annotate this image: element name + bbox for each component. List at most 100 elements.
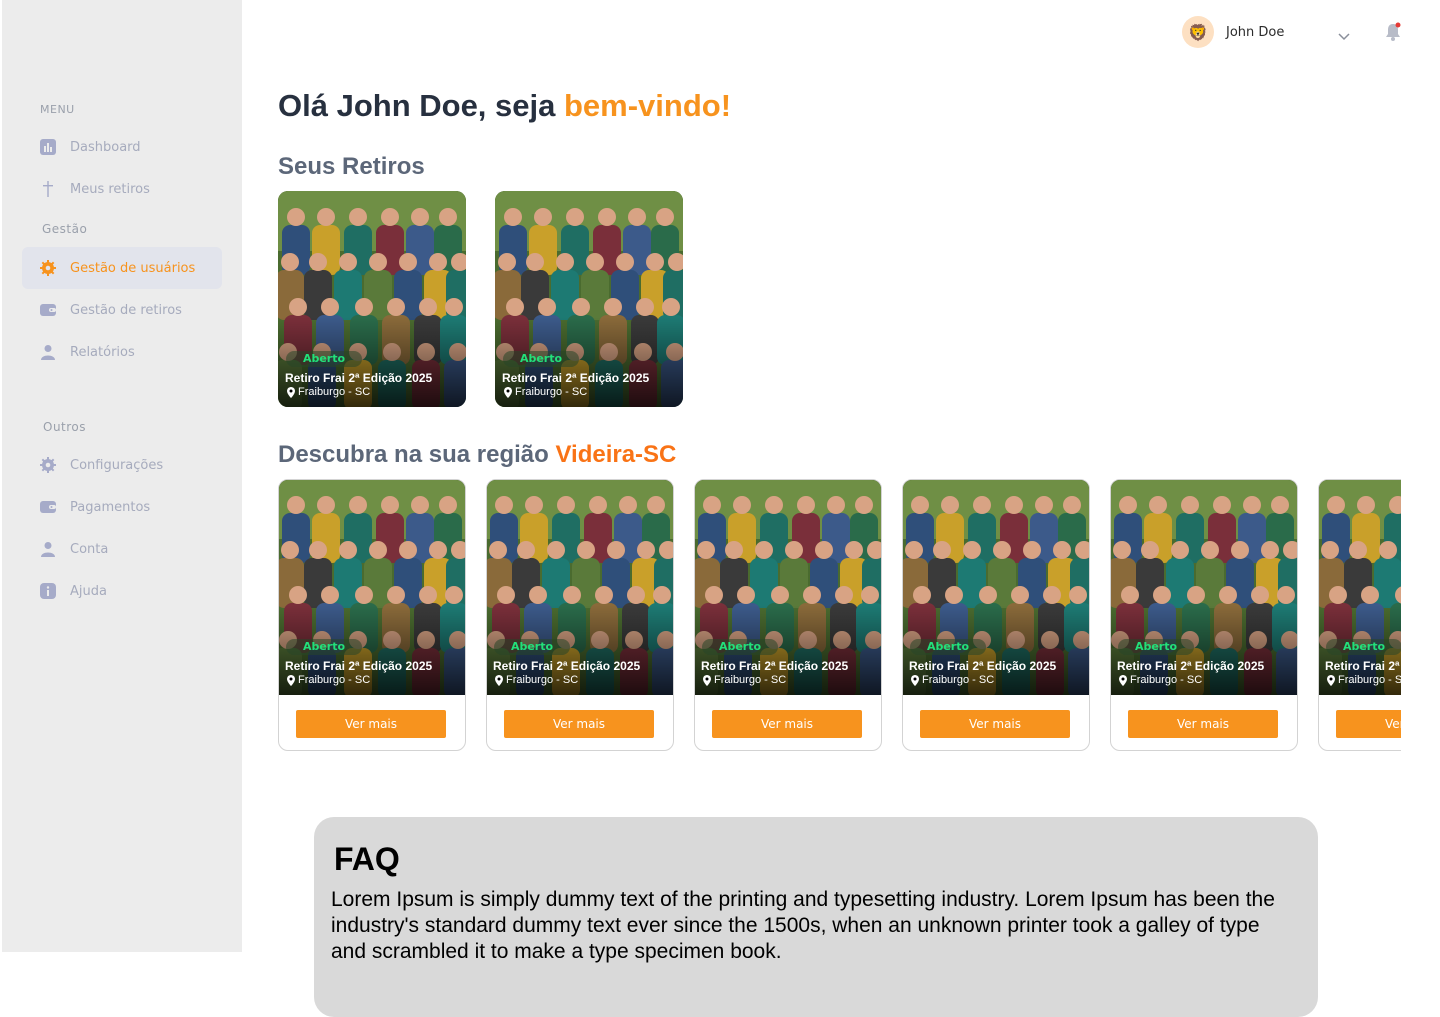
- ver-mais-button[interactable]: Ver mais: [1336, 710, 1401, 738]
- status-badge: Aberto: [494, 639, 570, 655]
- welcome-accent: bem-vindo!: [563, 88, 732, 123]
- discover-region: Videira-SC: [555, 441, 677, 468]
- retreat-location: Fraiburgo - SC: [911, 674, 994, 686]
- status-badge: Aberto: [702, 639, 778, 655]
- user-icon: [40, 344, 56, 360]
- discover-card[interactable]: Aberto Retiro Frai 2ª Edição 2025Fraiburg…: [486, 479, 674, 751]
- sidebar-item-gestao-usuarios[interactable]: Gestão de usuários: [22, 247, 222, 289]
- discover-card[interactable]: Aberto Retiro Frai 2ª Edição 2025Fraiburg…: [1110, 479, 1298, 751]
- retreat-location: Fraiburgo - SC: [287, 386, 370, 398]
- retreat-image[interactable]: Aberto Retiro Frai 2ª Edição 2025Fraiburg…: [903, 480, 1089, 695]
- sidebar: MENU Dashboard Meus retiros Gestão Gestã…: [2, 0, 242, 952]
- avatar[interactable]: 🦁: [1182, 16, 1214, 48]
- sidebar-item-label: Relatórios: [70, 344, 135, 360]
- user-icon: [40, 541, 56, 557]
- gear-icon: [40, 260, 56, 276]
- menu-heading: MENU: [40, 103, 75, 116]
- ver-mais-button[interactable]: Ver mais: [1128, 710, 1278, 738]
- status-badge: Aberto: [286, 351, 362, 367]
- my-retreats-title: Seus Retiros: [278, 153, 425, 180]
- retreat-title: Retiro Frai 2ª Edição 2025: [909, 659, 1057, 673]
- ver-mais-button[interactable]: Ver mais: [296, 710, 446, 738]
- sidebar-item-label: Ajuda: [70, 583, 107, 599]
- sidebar-item-label: Dashboard: [70, 139, 141, 155]
- ver-mais-button[interactable]: Ver mais: [504, 710, 654, 738]
- sidebar-item-pagamentos[interactable]: Pagamentos: [22, 486, 222, 528]
- discover-card[interactable]: Aberto Retiro Frai 2ª Edição 2025Fraiburg…: [278, 479, 466, 751]
- location-pin-icon: [287, 386, 295, 398]
- retreat-image[interactable]: Aberto Retiro Frai 2ª Edição 2025Fraiburg…: [1319, 480, 1401, 695]
- wallet-icon: [40, 499, 56, 515]
- sidebar-item-conta[interactable]: Conta: [22, 528, 222, 570]
- status-badge: Aberto: [910, 639, 986, 655]
- retreat-location-text: Fraiburgo - SC: [298, 386, 371, 398]
- sidebar-item-meus-retiros[interactable]: Meus retiros: [22, 168, 222, 210]
- retreat-location: Fraiburgo - SC: [287, 674, 370, 686]
- retreat-title: Retiro Frai 2ª Edição 2025: [285, 371, 433, 385]
- info-icon: [40, 583, 56, 599]
- discover-card[interactable]: Aberto Retiro Frai 2ª Edição 2025Fraiburg…: [1318, 479, 1401, 751]
- retreat-title: Retiro Frai 2ª Edição 2025: [285, 659, 433, 673]
- retreat-location-text: Fraiburgo - SC: [506, 674, 579, 686]
- location-pin-icon: [1119, 674, 1127, 686]
- retreat-location-text: Fraiburgo - SC: [922, 674, 995, 686]
- retreat-title: Retiro Frai 2ª Edição 2025: [502, 371, 650, 385]
- retreat-image[interactable]: Aberto Retiro Frai 2ª Edição 2025Fraiburg…: [1111, 480, 1297, 695]
- status-badge: Aberto: [1118, 639, 1194, 655]
- sidebar-item-gestao-retiros[interactable]: Gestão de retiros: [22, 289, 222, 331]
- sidebar-item-label: Pagamentos: [70, 499, 151, 515]
- faq-section: FAQ Lorem Ipsum is simply dummy text of …: [314, 817, 1318, 1017]
- retreat-title: Retiro Frai 2ª Edição 2025: [1117, 659, 1265, 673]
- discover-card[interactable]: Aberto Retiro Frai 2ª Edição 2025Fraiburg…: [902, 479, 1090, 751]
- retreat-title: Retiro Frai 2ª Edição 2025: [701, 659, 849, 673]
- sidebar-item-label: Configurações: [70, 457, 164, 473]
- user-menu[interactable]: 🦁 John Doe: [1182, 16, 1326, 48]
- location-pin-icon: [504, 386, 512, 398]
- sidebar-item-label: Gestão de retiros: [70, 302, 182, 318]
- retreat-location: Fraiburgo - SC: [1327, 674, 1401, 686]
- discover-title: Descubra na sua região Videira-SC: [278, 441, 676, 469]
- retreat-location: Fraiburgo - SC: [703, 674, 786, 686]
- retreat-image[interactable]: Aberto Retiro Frai 2ª Edição 2025Fraiburg…: [279, 480, 465, 695]
- location-pin-icon: [287, 674, 295, 686]
- sidebar-item-label: Gestão de usuários: [70, 260, 196, 276]
- discover-card[interactable]: Aberto Retiro Frai 2ª Edição 2025Fraiburg…: [694, 479, 882, 751]
- my-retreat-card[interactable]: Aberto Retiro Frai 2ª Edição 2025 Fraiburg…: [495, 191, 683, 407]
- retreat-location: Fraiburgo - SC: [495, 674, 578, 686]
- retreat-location-text: Fraiburgo - SC: [298, 674, 371, 686]
- retreat-image[interactable]: Aberto Retiro Frai 2ª Edição 2025Fraiburg…: [695, 480, 881, 695]
- retreat-location-text: Fraiburgo - SC: [714, 674, 787, 686]
- outros-heading: Outros: [43, 420, 87, 434]
- location-pin-icon: [911, 674, 919, 686]
- sidebar-item-ajuda[interactable]: Ajuda: [22, 570, 222, 612]
- retreat-image[interactable]: Aberto Retiro Frai 2ª Edição 2025Fraiburg…: [487, 480, 673, 695]
- sidebar-item-configuracoes[interactable]: Configurações: [22, 444, 222, 486]
- retreat-location-text: Fraiburgo - SC: [1130, 674, 1203, 686]
- location-pin-icon: [495, 674, 503, 686]
- retreat-title: Retiro Frai 2ª Edição 2025: [1325, 659, 1401, 673]
- gear-icon: [40, 457, 56, 473]
- discover-title-prefix: Descubra na sua região: [278, 441, 556, 468]
- gestao-heading: Gestão: [42, 222, 88, 236]
- sidebar-item-relatorios[interactable]: Relatórios: [22, 331, 222, 373]
- page-title: Olá John Doe, seja bem-vindo!: [278, 88, 731, 124]
- location-pin-icon: [703, 674, 711, 686]
- sidebar-item-label: Conta: [70, 541, 109, 557]
- location-pin-icon: [1327, 674, 1335, 686]
- ver-mais-button[interactable]: Ver mais: [920, 710, 1070, 738]
- retreat-location: Fraiburgo - SC: [504, 386, 587, 398]
- bell-icon[interactable]: [1384, 22, 1402, 46]
- retreat-location: Fraiburgo - SC: [1119, 674, 1202, 686]
- retreat-location-text: Fraiburgo - SC: [1338, 674, 1401, 686]
- user-name[interactable]: John Doe: [1226, 25, 1326, 40]
- welcome-prefix: Olá John Doe, seja: [278, 88, 564, 123]
- sidebar-item-label: Meus retiros: [70, 181, 150, 197]
- chevron-down-icon[interactable]: [1338, 26, 1350, 45]
- my-retreat-card[interactable]: Aberto Retiro Frai 2ª Edição 2025 Fraiburg…: [278, 191, 466, 407]
- wallet-icon: [40, 302, 56, 318]
- faq-text: Lorem Ipsum is simply dummy text of the …: [331, 888, 1275, 963]
- sidebar-item-dashboard[interactable]: Dashboard: [22, 126, 222, 168]
- retreat-title: Retiro Frai 2ª Edição 2025: [493, 659, 641, 673]
- ver-mais-button[interactable]: Ver mais: [712, 710, 862, 738]
- status-badge: Aberto: [503, 351, 579, 367]
